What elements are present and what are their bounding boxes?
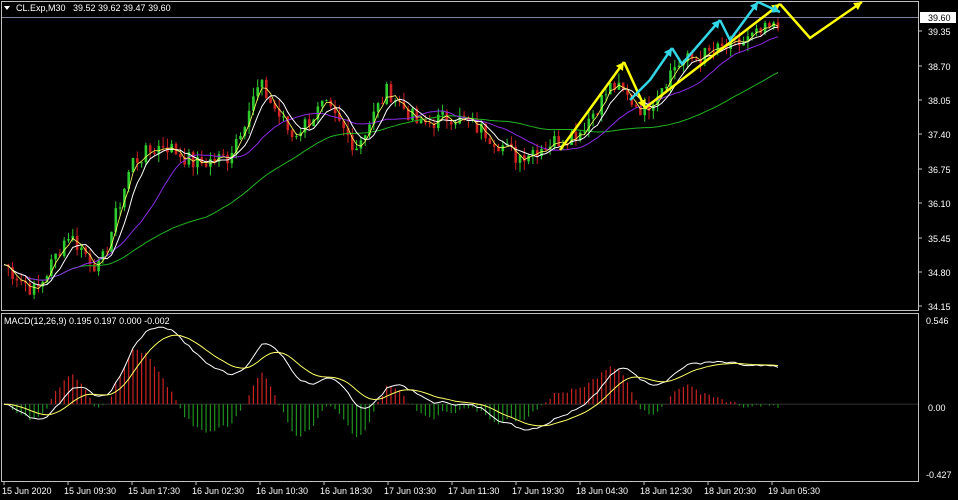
price-label: 36.75: [928, 165, 951, 175]
ohlc-values: 39.52 39.62 39.47 39.60: [73, 3, 171, 13]
time-label: 16 Jun 10:30: [256, 486, 308, 496]
bear-candle: [488, 138, 492, 145]
bear-candle: [634, 104, 638, 107]
price-label: 37.40: [928, 130, 951, 140]
price-axis[interactable]: 39.60 39.35 38.70 38.05 37.40 36.75 36.1…: [918, 12, 956, 312]
time-axis[interactable]: 15 Jun 2020 15 Jun 09:30 15 Jun 17:30 16…: [2, 481, 820, 496]
price-label: 35.45: [928, 234, 951, 244]
bull-candle: [131, 158, 135, 172]
bull-candle: [501, 145, 505, 152]
bull-candle: [600, 95, 603, 115]
bull-candle: [673, 67, 677, 71]
price-label: 34.80: [928, 268, 951, 278]
arrow-yellow-1: [558, 61, 626, 151]
bear-candle: [557, 136, 560, 147]
macd-axis-label: 0.00: [928, 403, 946, 413]
bull-candle: [282, 116, 285, 118]
bull-candle: [54, 253, 57, 260]
bull-candle: [118, 207, 122, 209]
bull-candle: [239, 135, 242, 140]
price-label: 38.70: [928, 62, 951, 72]
bear-candle: [161, 145, 165, 148]
bear-candle: [93, 264, 96, 272]
ma-green-line: [3, 72, 779, 281]
bull-candle: [454, 123, 457, 125]
bull-candle: [385, 84, 388, 105]
time-label: 18 Jun 04:30: [576, 486, 628, 496]
macd-axis-label: 0.546: [926, 316, 949, 326]
arrow-yellow-4: [779, 0, 863, 40]
triangle-down-icon[interactable]: [4, 6, 10, 10]
ma-purple-line: [3, 36, 779, 281]
time-label: 15 Jun 09:30: [64, 486, 116, 496]
symbol-label: CL.Exp,M30: [16, 3, 66, 13]
time-label: 18 Jun 20:30: [704, 486, 756, 496]
bear-candle: [75, 235, 79, 250]
macd-panel-frame: [1, 313, 919, 482]
time-label: 16 Jun 18:30: [320, 486, 372, 496]
price-label: 38.05: [928, 96, 951, 106]
bull-candle: [604, 94, 608, 96]
bull-candle: [583, 131, 586, 133]
price-label: 34.15: [928, 302, 951, 312]
current-price-label: 39.60: [928, 13, 951, 23]
bull-candle: [325, 100, 328, 102]
macd-label: MACD(12,26,9) 0.195 0.197 0.000 -0.002: [4, 316, 170, 326]
bear-candle: [738, 38, 741, 46]
bull-candle: [32, 284, 36, 295]
bull-candle: [320, 100, 324, 107]
bull-candle: [67, 238, 70, 241]
bull-candle: [527, 155, 530, 162]
bear-candle: [720, 43, 724, 47]
bear-candle: [695, 58, 698, 60]
bear-candle: [179, 154, 182, 157]
time-label: 17 Jun 19:30: [512, 486, 564, 496]
bear-candle: [148, 145, 152, 153]
bear-candle: [707, 47, 711, 51]
drawn-arrows: [558, 0, 863, 151]
bull-candle: [62, 240, 66, 257]
price-label: 36.10: [928, 199, 951, 209]
bull-candle: [591, 113, 595, 119]
bull-candle: [376, 103, 380, 112]
bull-candle: [295, 136, 298, 138]
macd-axis-label: -0.427: [926, 470, 952, 480]
bull-candle: [234, 139, 238, 153]
bear-candle: [15, 278, 19, 281]
bull-candle: [144, 145, 148, 163]
bear-candle: [286, 116, 290, 131]
bear-candle: [290, 130, 294, 138]
bear-candle: [269, 98, 272, 103]
macd-axis[interactable]: 0.546 0.00 -0.427: [926, 316, 952, 480]
bull-candle: [355, 148, 358, 151]
bear-candle: [204, 163, 208, 167]
bear-candle: [191, 152, 195, 168]
macd-indicator: [2, 326, 918, 438]
bull-candle: [359, 140, 363, 149]
time-label: 15 Jun 2020: [2, 486, 52, 496]
bear-candle: [389, 84, 393, 103]
time-label: 19 Jun 05:30: [768, 486, 820, 496]
main-chart-frame: [1, 1, 919, 311]
bull-candle: [140, 162, 143, 164]
bull-candle: [80, 247, 83, 250]
bull-candle: [411, 108, 414, 120]
bear-candle: [136, 158, 139, 163]
time-label: 17 Jun 11:30: [448, 486, 499, 496]
time-label: 16 Jun 02:30: [192, 486, 244, 496]
price-label: 39.35: [928, 27, 951, 37]
price-chart-canvas[interactable]: CL.Exp,M30 39.52 39.62 39.47 39.60 39.60…: [0, 0, 958, 500]
ma-white-line: [3, 26, 779, 286]
time-label: 18 Jun 12:30: [640, 486, 692, 496]
bear-candle: [153, 152, 156, 154]
bear-candle: [222, 154, 225, 156]
bull-candle: [441, 111, 444, 115]
time-label: 15 Jun 17:30: [128, 486, 180, 496]
time-label: 17 Jun 03:30: [384, 486, 436, 496]
bull-candle: [260, 79, 264, 88]
bear-candle: [449, 121, 453, 125]
bear-candle: [174, 143, 178, 155]
